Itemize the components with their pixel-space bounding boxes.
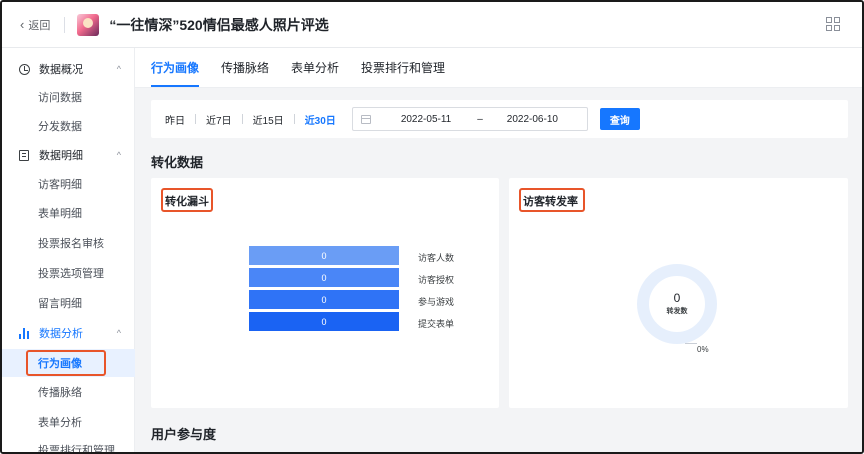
chevron-up-icon: ^ [116,64,121,74]
tab-vote-ranking[interactable]: 投票排行和管理 [361,55,445,87]
tab-spread-path[interactable]: 传播脉络 [221,55,269,87]
chevron-up-icon: ^ [116,150,121,160]
funnel-card: 转化漏斗 0 0 0 0 访客人数 访客授权 参与游戏 提交表单 [151,178,499,408]
range-7-days[interactable]: 近7日 [206,112,232,127]
donut-leader-line [685,343,697,344]
calendar-icon [360,114,371,124]
end-date-field[interactable]: 2022-06-10 [507,114,558,125]
back-label: 返回 [28,19,51,32]
sidebar-item-distribution-data[interactable]: 分发数据 [2,112,135,140]
highlight-box-share-rate-title [519,188,585,212]
range-30-days[interactable]: 近30日 [305,112,336,127]
share-count-label: 转发数 [666,307,688,315]
funnel-step-label: 访客人数 [418,253,455,263]
chevron-up-icon: ^ [116,328,121,338]
bar-chart-icon [18,327,30,339]
funnel-bar[interactable]: 0 [249,290,399,309]
section-title-conversion: 转化数据 [151,155,204,170]
funnel-bar-value: 0 [321,272,327,283]
sidebar-group-overview[interactable]: 数据概况 ^ [2,55,135,83]
date-filter-bar: 昨日 近7日 近15日 近30日 2022-05-11 – 2022-06-10… [151,100,848,138]
funnel-bar-value: 0 [321,294,327,305]
highlight-box-funnel-title [161,188,213,212]
divider [195,114,196,124]
sidebar-item-form-details[interactable]: 表单明细 [2,199,135,227]
sidebar-group-label: 数据分析 [39,328,83,340]
share-rate-card: 访客转发率 0 转发数 0% [509,178,848,408]
sidebar-item-form-analysis[interactable]: 表单分析 [2,408,135,436]
date-range-picker[interactable]: 2022-05-11 – 2022-06-10 [351,107,588,131]
main-content: 行为画像 传播脉络 表单分析 投票排行和管理 昨日 近7日 近15日 近30日 … [135,48,862,452]
chevron-left-icon: ‹ [20,17,25,32]
funnel-step-label: 参与游戏 [418,297,455,307]
sidebar-group-analysis[interactable]: 数据分析 ^ [2,319,135,347]
tab-form-analysis[interactable]: 表单分析 [291,55,339,87]
start-date-field[interactable]: 2022-05-11 [401,114,451,125]
funnel-bar[interactable]: 0 [249,312,399,331]
sidebar-item-vote-ranking[interactable]: 投票排行和管理 [2,436,135,452]
tab-bar: 行为画像 传播脉络 表单分析 投票排行和管理 [135,48,862,88]
share-rate-donut: 0 转发数 [637,264,717,344]
sidebar-item-vote-signup-review[interactable]: 投票报名审核 [2,229,135,257]
funnel-bar[interactable]: 0 [249,268,399,287]
funnel-bar-value: 0 [321,316,327,327]
list-icon [18,149,30,161]
sidebar-item-spread-path[interactable]: 传播脉络 [2,378,135,406]
section-title-engagement: 用户参与度 [151,427,217,442]
divider [241,114,243,124]
funnel-bar-value: 0 [321,250,327,261]
sidebar-group-label: 数据概况 [39,64,83,76]
funnel-bar[interactable]: 0 [249,246,399,265]
grid-icon[interactable] [826,17,840,31]
highlight-box-behavior-profile [26,350,106,376]
sidebar-item-visit-data[interactable]: 访问数据 [2,83,135,111]
sidebar-item-vote-option-manage[interactable]: 投票选项管理 [2,259,135,287]
funnel-step-label: 访客授权 [418,275,455,285]
date-separator: – [477,113,483,125]
sidebar-item-visitor-details[interactable]: 访客明细 [2,170,135,198]
activity-thumbnail [77,13,100,36]
header-divider [64,16,66,33]
query-button[interactable]: 查询 [599,108,640,130]
divider [293,114,295,124]
share-rate-percent: 0% [697,345,709,354]
funnel-step-label: 提交表单 [418,319,455,329]
top-header: ‹ 返回 “一往情深”520情侣最感人照片评选 [2,2,862,48]
page-title: “一往情深”520情侣最感人照片评选 [109,16,329,33]
sidebar-group-label: 数据明细 [39,150,83,162]
app-window: ‹ 返回 “一往情深”520情侣最感人照片评选 数据概况 ^ 访问数据 分发数据… [0,0,864,454]
range-yesterday[interactable]: 昨日 [165,112,185,127]
back-button[interactable]: ‹ 返回 [20,17,50,33]
tab-behavior-profile[interactable]: 行为画像 [151,55,200,87]
sidebar-item-message-details[interactable]: 留言明细 [2,289,135,317]
sidebar-group-details[interactable]: 数据明细 ^ [2,141,135,169]
range-15-days[interactable]: 近15日 [253,112,284,127]
share-count-value: 0 [673,291,681,306]
clock-icon [18,63,30,75]
sidebar: 数据概况 ^ 访问数据 分发数据 数据明细 ^ 访客明细 表单明细 投票报名审核… [2,48,135,452]
